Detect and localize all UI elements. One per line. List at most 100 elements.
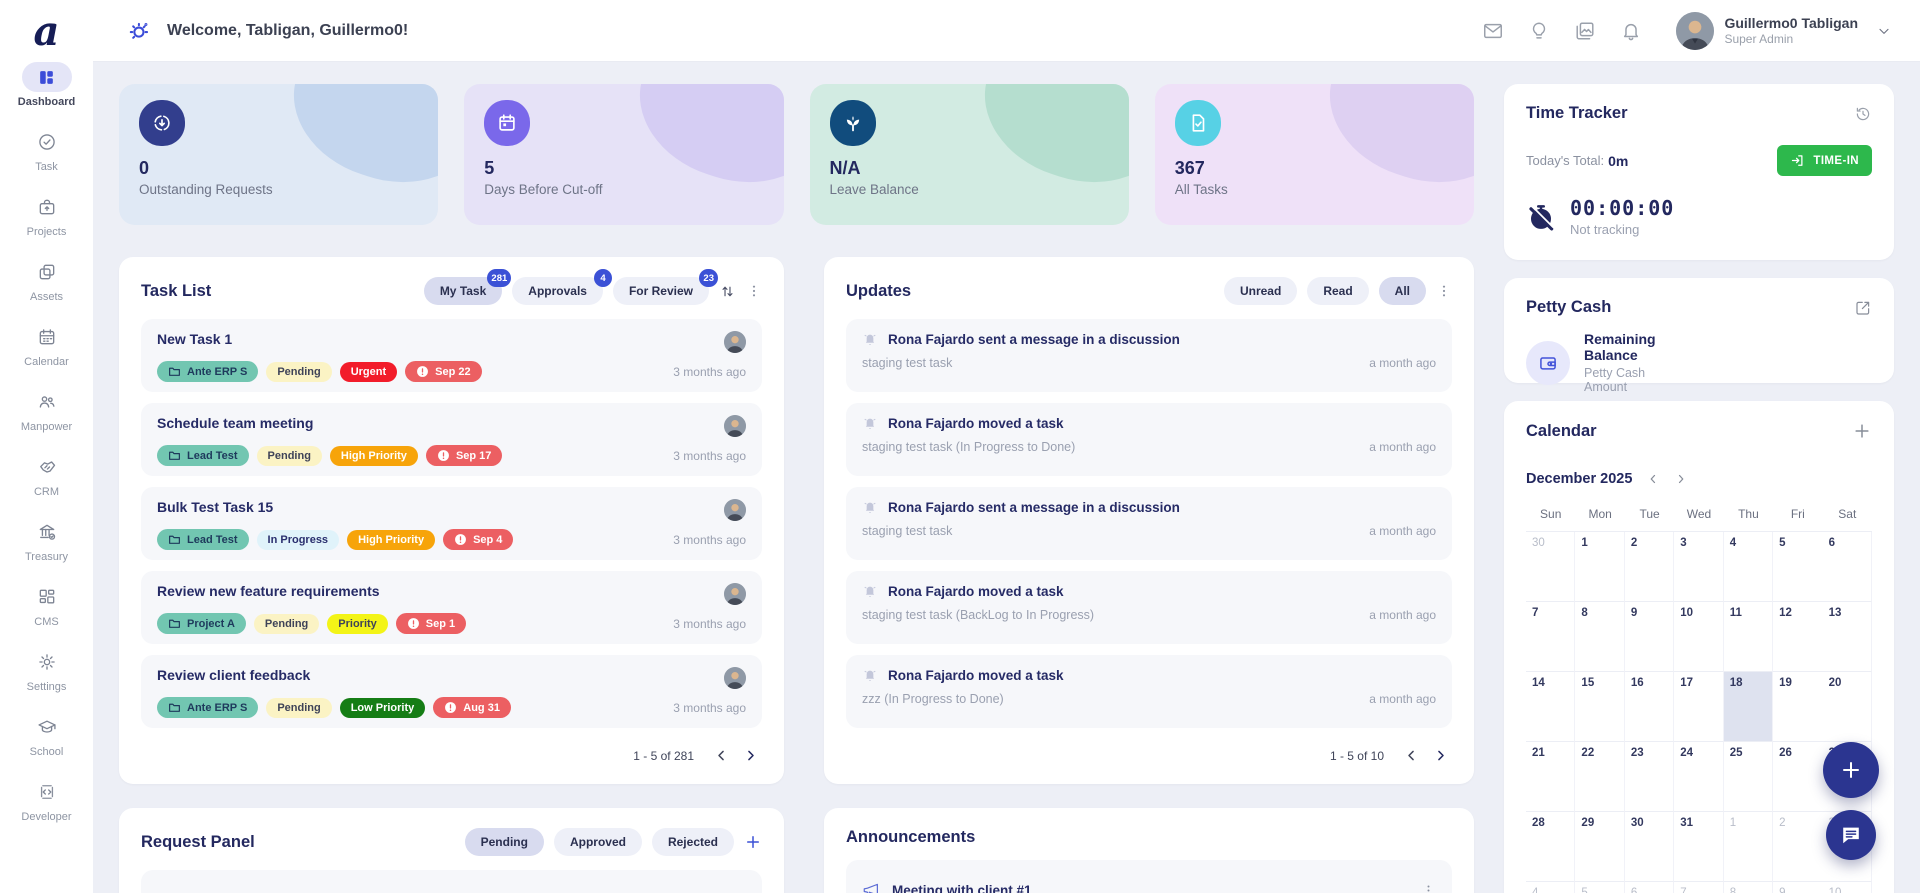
tab-unread[interactable]: Unread	[1223, 277, 1298, 305]
sidebar-item-calendar[interactable]: Calendar	[0, 322, 93, 387]
calendar-day[interactable]: 21	[1526, 742, 1576, 812]
tab-all[interactable]: All	[1378, 277, 1426, 305]
calendar-day[interactable]: 30	[1624, 812, 1675, 882]
external-link-icon[interactable]	[1854, 299, 1872, 317]
calendar-day[interactable]: 20	[1822, 672, 1872, 742]
next-page-icon[interactable]	[739, 744, 762, 767]
bell-icon[interactable]	[1620, 20, 1642, 42]
kebab-menu-icon[interactable]	[746, 283, 762, 299]
calendar-day[interactable]: 13	[1822, 602, 1872, 672]
calendar-day[interactable]: 1	[1575, 532, 1625, 602]
announcement-row[interactable]: Meeting with client #1	[846, 860, 1452, 893]
task-row[interactable]: Schedule team meeting Lead Test Pending Hi…	[141, 403, 762, 476]
calendar-day[interactable]: 10	[1823, 882, 1872, 893]
user-menu[interactable]: Guillermo0 Tabligan Super Admin	[1676, 11, 1892, 50]
stat-card-leave-balance[interactable]: N/A Leave Balance	[809, 84, 1129, 225]
tab-pending[interactable]: Pending	[464, 828, 544, 856]
calendar-day[interactable]: 4	[1526, 882, 1576, 893]
chevron-down-icon[interactable]	[1876, 23, 1892, 39]
task-row[interactable]: Bulk Test Task 15 Lead Test In Progress Hi…	[141, 487, 762, 560]
calendar-day[interactable]: 25	[1723, 742, 1774, 812]
tab-approved[interactable]: Approved	[553, 828, 642, 856]
sidebar-item-assets[interactable]: Assets	[0, 257, 93, 322]
sidebar-item-developer[interactable]: Developer	[0, 777, 93, 842]
calendar-day[interactable]: 14	[1526, 672, 1576, 742]
sidebar-item-settings[interactable]: Settings	[0, 647, 93, 712]
fab-add-button[interactable]	[1823, 742, 1879, 798]
sidebar-item-treasury[interactable]: Treasury	[0, 517, 93, 582]
prev-month-icon[interactable]	[1646, 472, 1660, 486]
calendar-day[interactable]: 3	[1674, 532, 1724, 602]
calendar-day[interactable]: 6	[1822, 532, 1872, 602]
next-page-icon[interactable]	[1429, 744, 1452, 767]
add-event-icon[interactable]	[1852, 421, 1872, 441]
calendar-day[interactable]: 26	[1773, 742, 1823, 812]
calendar-day[interactable]: 16	[1624, 672, 1675, 742]
update-row[interactable]: Rona Fajardo moved a task staging test t…	[846, 403, 1452, 476]
prev-page-icon[interactable]	[1400, 744, 1423, 767]
calendar-day[interactable]: 5	[1773, 532, 1823, 602]
sidebar-item-school[interactable]: School	[0, 712, 93, 777]
calendar-day[interactable]: 28	[1526, 812, 1576, 882]
task-row[interactable]: New Task 1 Ante ERP S Pending Urgent Sep 22…	[141, 319, 762, 392]
update-row[interactable]: Rona Fajardo sent a message in a discuss…	[846, 487, 1452, 560]
calendar-day[interactable]: 11	[1723, 602, 1774, 672]
calendar-day[interactable]: 2	[1624, 532, 1675, 602]
calendar-day[interactable]: 1	[1723, 812, 1774, 882]
next-month-icon[interactable]	[1674, 472, 1688, 486]
calendar-day[interactable]: 18	[1723, 672, 1774, 742]
sidebar-item-manpower[interactable]: Manpower	[0, 387, 93, 452]
calendar-day[interactable]: 17	[1674, 672, 1724, 742]
stat-card-outstanding-requests[interactable]: 0 Outstanding Requests	[119, 84, 439, 225]
sidebar-item-cms[interactable]: CMS	[0, 582, 93, 647]
calendar-day[interactable]: 8	[1575, 602, 1625, 672]
calendar-day[interactable]: 30	[1526, 532, 1576, 602]
kebab-menu-icon[interactable]	[1436, 283, 1452, 299]
update-row[interactable]: Rona Fajardo moved a task zzz (In Progre…	[846, 655, 1452, 728]
calendar-day[interactable]: 15	[1575, 672, 1625, 742]
calendar-day[interactable]: 7	[1526, 602, 1576, 672]
calendar-day[interactable]: 2	[1773, 812, 1823, 882]
gallery-icon[interactable]	[1574, 20, 1596, 42]
calendar-day[interactable]: 4	[1723, 532, 1774, 602]
kebab-menu-icon[interactable]	[1421, 883, 1436, 893]
calendar-day[interactable]: 23	[1624, 742, 1675, 812]
add-request-icon[interactable]	[744, 833, 762, 851]
task-row[interactable]: Review new feature requirements Project …	[141, 571, 762, 644]
tab-for-review[interactable]: For Review 23	[612, 269, 718, 305]
request-row[interactable]	[141, 870, 762, 893]
sidebar-item-crm[interactable]: CRM	[0, 452, 93, 517]
sidebar-item-projects[interactable]: Projects	[0, 192, 93, 257]
calendar-day[interactable]: 24	[1674, 742, 1724, 812]
sidebar-item-dashboard[interactable]: Dashboard	[0, 62, 93, 127]
prev-page-icon[interactable]	[710, 744, 733, 767]
bulb-icon[interactable]	[1528, 20, 1550, 42]
calendar-day[interactable]: 9	[1773, 882, 1822, 893]
calendar-day[interactable]: 22	[1575, 742, 1625, 812]
calendar-day[interactable]: 12	[1773, 602, 1823, 672]
stat-card-all-tasks[interactable]: 367 All Tasks	[1154, 84, 1474, 225]
update-row[interactable]: Rona Fajardo moved a task staging test t…	[846, 571, 1452, 644]
update-row[interactable]: Rona Fajardo sent a message in a discuss…	[846, 319, 1452, 392]
calendar-day[interactable]: 9	[1624, 602, 1675, 672]
calendar-day[interactable]: 19	[1773, 672, 1823, 742]
calendar-day[interactable]: 5	[1575, 882, 1625, 893]
tab-my-task[interactable]: My Task 281	[423, 269, 512, 305]
calendar-day[interactable]: 7	[1674, 882, 1724, 893]
calendar-day[interactable]: 6	[1625, 882, 1675, 893]
time-in-button[interactable]: TIME-IN	[1777, 145, 1872, 176]
calendar-day[interactable]: 10	[1674, 602, 1724, 672]
history-icon[interactable]	[1854, 105, 1872, 123]
app-logo[interactable]: a	[25, 10, 69, 54]
sidebar-item-task[interactable]: Task	[0, 127, 93, 192]
tab-rejected[interactable]: Rejected	[651, 828, 734, 856]
sort-icon[interactable]	[719, 283, 736, 300]
calendar-day[interactable]: 29	[1575, 812, 1625, 882]
tab-approvals[interactable]: Approvals 4	[512, 269, 612, 305]
calendar-day[interactable]: 31	[1674, 812, 1724, 882]
task-row[interactable]: Review client feedback Ante ERP S Pending…	[141, 655, 762, 728]
calendar-day[interactable]: 8	[1724, 882, 1774, 893]
mail-icon[interactable]	[1482, 20, 1504, 42]
fab-chat-button[interactable]	[1826, 810, 1876, 860]
stat-card-cutoff[interactable]: 5 Days Before Cut-off	[464, 84, 784, 225]
